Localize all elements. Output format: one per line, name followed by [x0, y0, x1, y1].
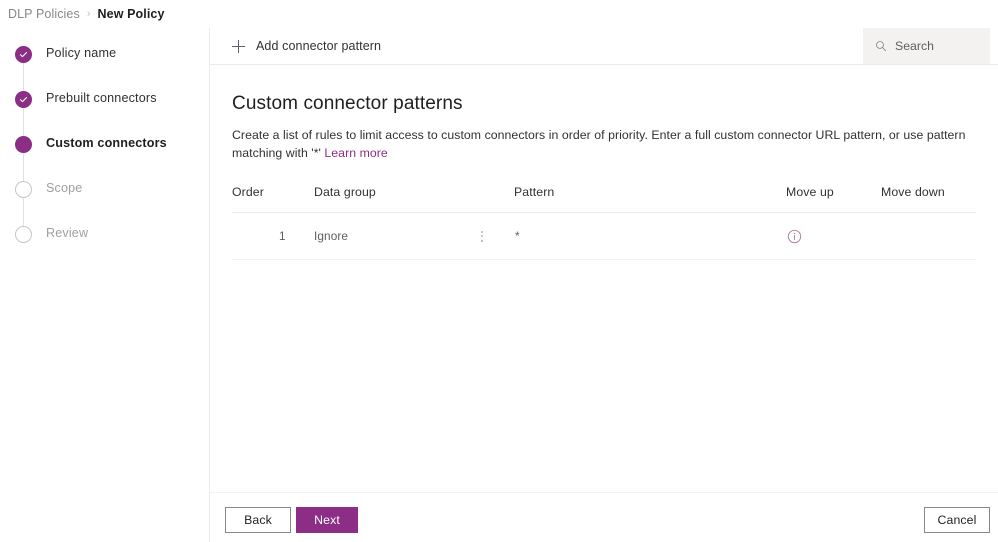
table-header-row: Order Data group Pattern Move up Move do… [232, 185, 976, 213]
column-header-data-group: Data group [314, 185, 514, 213]
plus-icon [232, 39, 245, 53]
cancel-button[interactable]: Cancel [924, 507, 990, 533]
wizard-rail: Policy name Prebuilt connectors Custom c… [0, 28, 210, 542]
wizard-footer: Back Next Cancel [210, 492, 998, 542]
wizard-step-prebuilt-connectors[interactable]: Prebuilt connectors [0, 90, 210, 136]
search-input[interactable] [895, 39, 985, 53]
breadcrumb-link-dlp-policies[interactable]: DLP Policies [8, 7, 80, 21]
wizard-step-review[interactable]: Review [0, 225, 210, 270]
next-button[interactable]: Next [296, 507, 358, 533]
wizard-step-label: Scope [46, 181, 83, 195]
search-box[interactable] [863, 28, 990, 64]
breadcrumb-separator-icon: › [86, 8, 91, 20]
cell-pattern: * [514, 212, 786, 260]
step-connector-line [23, 108, 24, 136]
cell-move-up [786, 212, 881, 260]
wizard-step-label: Review [46, 226, 89, 240]
add-connector-pattern-label: Add connector pattern [256, 39, 382, 53]
panel-content: Custom connector patterns Create a list … [210, 65, 998, 260]
wizard-step-list: Policy name Prebuilt connectors Custom c… [0, 45, 210, 270]
wizard-step-label: Custom connectors [46, 136, 167, 150]
info-circle-icon[interactable] [787, 229, 802, 244]
column-header-pattern: Pattern [514, 185, 786, 213]
check-circle-icon [15, 46, 32, 63]
connector-patterns-table: Order Data group Pattern Move up Move do… [232, 185, 976, 260]
add-connector-pattern-button[interactable]: Add connector pattern [210, 28, 391, 64]
cell-move-down [881, 212, 976, 260]
column-header-order: Order [232, 185, 314, 213]
cell-data-group-value: Ignore [314, 229, 349, 243]
cell-data-group: Ignore [314, 212, 514, 260]
wizard-step-label: Prebuilt connectors [46, 91, 157, 105]
wizard-step-label: Policy name [46, 46, 117, 60]
wizard-step-scope[interactable]: Scope [0, 180, 210, 226]
empty-circle-icon [15, 181, 32, 198]
cell-order: 1 [232, 212, 314, 260]
table-head: Order Data group Pattern Move up Move do… [232, 185, 976, 213]
column-header-move-up: Move up [786, 185, 881, 213]
page-description: Create a list of rules to limit access t… [232, 115, 976, 162]
table-row[interactable]: 1 Ignore * [232, 212, 976, 260]
main-panel: Add connector pattern Custom connector p… [210, 28, 998, 542]
step-connector-line [23, 198, 24, 226]
breadcrumb: DLP Policies › New Policy [0, 0, 998, 28]
learn-more-link[interactable]: Learn more [324, 146, 387, 160]
filled-circle-icon [15, 136, 32, 153]
step-connector-line [23, 153, 24, 181]
search-icon [876, 41, 887, 52]
back-button[interactable]: Back [225, 507, 291, 533]
empty-circle-icon [15, 226, 32, 243]
more-vertical-icon[interactable] [477, 229, 487, 244]
table-body: 1 Ignore * [232, 212, 976, 260]
wizard-step-custom-connectors[interactable]: Custom connectors [0, 135, 210, 181]
dlp-new-policy-page: DLP Policies › New Policy Policy name Pr… [0, 0, 998, 542]
step-connector-line [23, 63, 24, 91]
breadcrumb-current-new-policy: New Policy [97, 7, 165, 21]
wizard-step-policy-name[interactable]: Policy name [0, 45, 210, 91]
page-title: Custom connector patterns [232, 93, 463, 114]
command-bar: Add connector pattern [210, 28, 998, 65]
column-header-move-down: Move down [881, 185, 976, 213]
check-circle-icon [15, 91, 32, 108]
